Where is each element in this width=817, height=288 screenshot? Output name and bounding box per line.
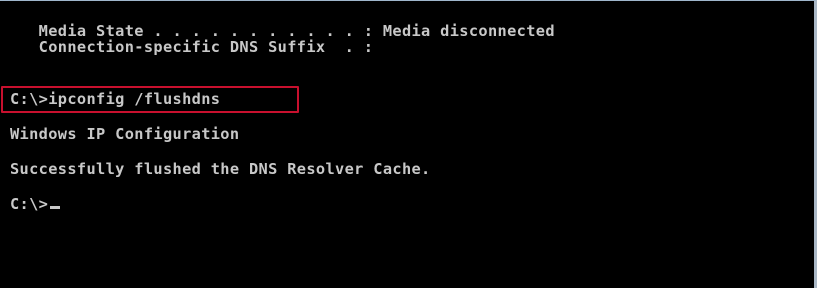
command-prompt-window[interactable]: Media State . . . . . . . . . . . : Medi… — [0, 0, 817, 288]
dns-suffix-line: Connection-specific DNS Suffix . : — [10, 38, 374, 56]
media-state-line: Media State . . . . . . . . . . . : Medi… — [10, 22, 555, 40]
ip-configuration-header: Windows IP Configuration — [10, 125, 240, 143]
prompt-text: C:\> — [10, 195, 49, 213]
prompt-line[interactable]: C:\> — [10, 195, 61, 213]
flush-success-message: Successfully flushed the DNS Resolver Ca… — [10, 160, 431, 178]
cursor-icon — [50, 206, 61, 209]
command-highlight-box — [1, 86, 299, 113]
